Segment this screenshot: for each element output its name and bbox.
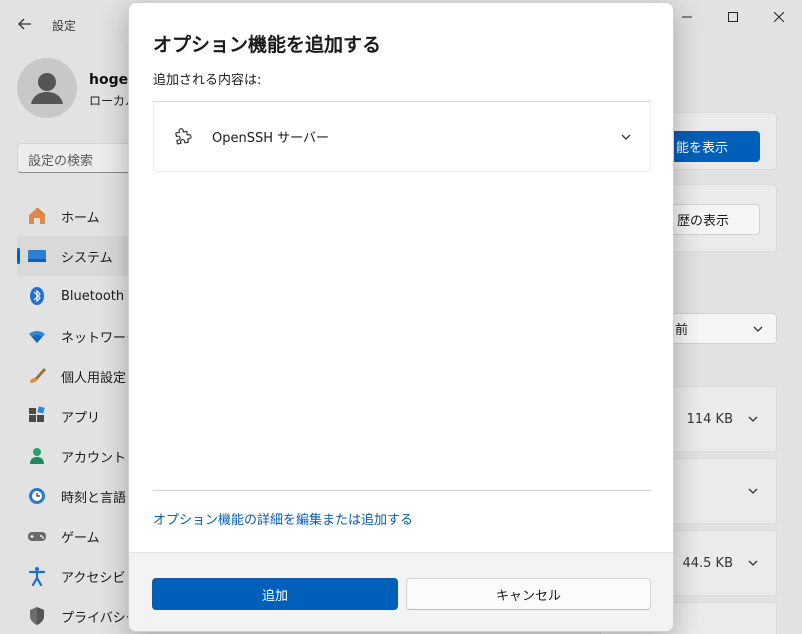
chevron-down-icon xyxy=(753,326,763,332)
edit-or-add-features-link[interactable]: オプション機能の詳細を編集または追加する xyxy=(153,509,413,528)
maximize-button[interactable] xyxy=(710,0,756,34)
gamepad-icon xyxy=(27,526,47,546)
chevron-down-icon[interactable] xyxy=(747,557,759,569)
sidebar-item-label: アカウント xyxy=(61,450,127,466)
bluetooth-icon xyxy=(27,286,47,306)
apps-icon xyxy=(27,406,47,426)
back-arrow-icon xyxy=(18,18,31,30)
person-icon xyxy=(31,73,63,104)
sidebar-item-label: アプリ xyxy=(61,410,101,426)
feature-size: 44.5 KB xyxy=(682,555,733,571)
sidebar-item-label: ゲーム xyxy=(61,530,100,546)
selection-indicator xyxy=(17,248,20,264)
add-optional-feature-dialog: オプション機能を追加する 追加される内容は: OpenSSH サーバー オプショ… xyxy=(128,2,674,632)
app-title: 設定 xyxy=(52,19,77,33)
cancel-button[interactable]: キャンセル xyxy=(406,578,651,610)
puzzle-icon xyxy=(172,126,194,148)
minimize-icon xyxy=(682,16,692,18)
feature-row-size: 114 KB xyxy=(660,386,777,452)
feature-row-size: 44.5 KB xyxy=(660,530,777,596)
window-controls xyxy=(664,0,802,34)
maximize-icon xyxy=(728,12,738,22)
feature-name: OpenSSH サーバー xyxy=(212,131,330,146)
sidebar-item-label: 個人用設定 xyxy=(61,370,127,386)
close-button[interactable] xyxy=(756,0,802,34)
network-icon xyxy=(27,326,47,346)
sort-dropdown-value: 前 xyxy=(675,323,689,338)
system-icon xyxy=(27,246,47,266)
close-icon xyxy=(774,12,784,22)
chevron-down-icon[interactable] xyxy=(747,485,759,497)
dialog-footer: 追加 キャンセル xyxy=(129,552,673,631)
clock-globe-icon xyxy=(27,486,47,506)
feature-list: OpenSSH サーバー xyxy=(153,101,651,172)
add-button[interactable]: 追加 xyxy=(152,578,398,610)
chevron-down-icon[interactable] xyxy=(747,413,759,425)
brush-icon xyxy=(27,366,47,386)
back-button[interactable] xyxy=(14,14,36,34)
shield-icon xyxy=(27,606,47,626)
sidebar-item-label: システム xyxy=(61,250,113,266)
feature-row-size xyxy=(660,458,777,524)
sort-dropdown[interactable]: 前 xyxy=(660,313,777,344)
divider xyxy=(153,490,651,491)
feature-item-openssh-server[interactable]: OpenSSH サーバー xyxy=(153,102,651,172)
dialog-title: オプション機能を追加する xyxy=(153,34,382,56)
feature-history-button[interactable]: 歴の表示 xyxy=(660,204,760,235)
account-icon xyxy=(27,446,47,466)
sidebar-item-label: ホーム xyxy=(61,210,100,226)
view-features-button[interactable]: 能を表示 xyxy=(660,131,760,162)
accessibility-icon xyxy=(27,566,47,586)
feature-size: 114 KB xyxy=(686,411,733,427)
expand-chevron-button[interactable] xyxy=(618,129,634,145)
home-icon xyxy=(27,206,47,226)
sidebar-item-label: 時刻と言語 xyxy=(61,490,127,506)
sidebar-item-label: Bluetooth a xyxy=(61,288,137,304)
dialog-subtitle: 追加される内容は: xyxy=(153,73,262,88)
avatar[interactable] xyxy=(17,58,77,118)
chevron-down-icon xyxy=(621,134,631,140)
